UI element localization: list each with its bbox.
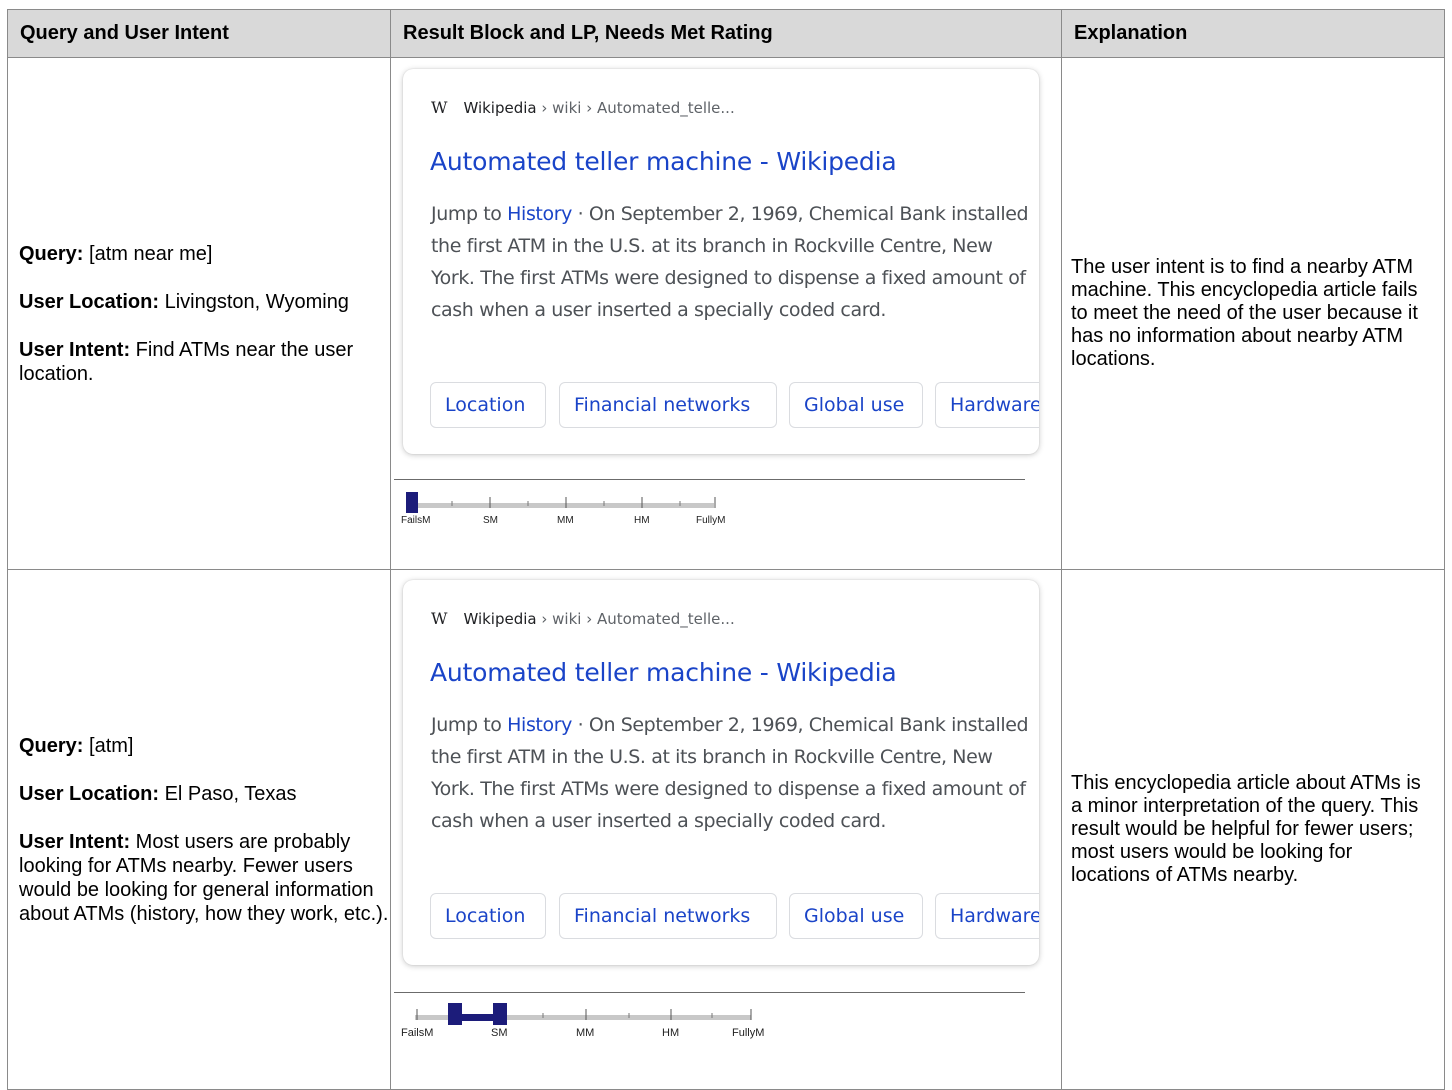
query-label: Query: bbox=[19, 734, 84, 757]
scale-label-mm: MM bbox=[576, 1027, 594, 1039]
chip-hardware[interactable]: Hardware bbox=[935, 382, 1039, 428]
needs-met-scale-1: FailsM SM MM HM FullyM bbox=[401, 492, 725, 526]
result-snippet: Jump to History · On September 2, 1969, … bbox=[431, 709, 1031, 837]
chip-financial-networks[interactable]: Financial networks bbox=[559, 893, 777, 939]
chip-global-use[interactable]: Global use bbox=[789, 893, 923, 939]
explanation-cell: The user intent is to find a nearby ATM … bbox=[1061, 57, 1445, 570]
chip-location[interactable]: Location bbox=[430, 893, 546, 939]
rating-marker bbox=[406, 492, 418, 513]
rating-examples-table: Query and User Intent Result Block and L… bbox=[7, 9, 1445, 1090]
result-title-link[interactable]: Automated teller machine - Wikipedia bbox=[430, 147, 897, 176]
explanation-cell: This encyclopedia article about ATMs is … bbox=[1061, 569, 1445, 1090]
scale-label-mm: MM bbox=[557, 515, 574, 526]
intent-line: User Intent: Most users are probably loo… bbox=[19, 830, 390, 926]
result-breadcrumb[interactable]: W Wikipedia › wiki › Automated_telle... bbox=[431, 609, 735, 628]
result-source: Wikipedia bbox=[463, 99, 537, 117]
scale-label-failsm: FailsM bbox=[401, 1027, 433, 1039]
query-cell: Query: [atm near me] User Location: Livi… bbox=[7, 57, 391, 570]
scale-label-sm: SM bbox=[491, 1027, 508, 1039]
snippet-prefix: Jump to bbox=[431, 714, 508, 736]
rating-range-start-marker bbox=[448, 1003, 462, 1025]
scale-track bbox=[409, 503, 714, 508]
header-result: Result Block and LP, Needs Met Rating bbox=[390, 9, 1062, 58]
intent-line: User Intent: Find ATMs near the user loc… bbox=[19, 338, 390, 386]
wikipedia-logo-icon: W bbox=[431, 609, 448, 628]
rating-range-end-marker bbox=[493, 1003, 507, 1025]
intent-label: User Intent: bbox=[19, 830, 131, 853]
table-row: Query: [atm] User Location: El Paso, Tex… bbox=[7, 569, 1445, 1090]
table-header-row: Query and User Intent Result Block and L… bbox=[7, 9, 1445, 58]
result-path: › wiki › Automated_telle... bbox=[536, 99, 735, 117]
result-title-link[interactable]: Automated teller machine - Wikipedia bbox=[430, 658, 897, 687]
query-label: Query: bbox=[19, 242, 84, 265]
query-cell: Query: [atm] User Location: El Paso, Tex… bbox=[7, 569, 391, 1090]
rating-separator bbox=[394, 479, 1025, 480]
snippet-prefix: Jump to bbox=[431, 203, 508, 225]
result-breadcrumb[interactable]: W Wikipedia › wiki › Automated_telle... bbox=[431, 98, 735, 117]
location-label: User Location: bbox=[19, 290, 160, 313]
snippet-history-link[interactable]: History bbox=[507, 203, 572, 225]
result-source: Wikipedia bbox=[463, 610, 537, 628]
result-cell: W Wikipedia › wiki › Automated_telle... A… bbox=[390, 57, 1062, 570]
query-line: Query: [atm near me] bbox=[19, 242, 390, 266]
chip-global-use[interactable]: Global use bbox=[789, 382, 923, 428]
scale-label-hm: HM bbox=[662, 1027, 679, 1039]
result-snippet: Jump to History · On September 2, 1969, … bbox=[431, 198, 1031, 326]
location-value: El Paso, Texas bbox=[159, 782, 297, 805]
chip-hardware[interactable]: Hardware bbox=[935, 893, 1039, 939]
needs-met-scale-2: FailsM SM MM HM FullyM bbox=[401, 1003, 764, 1039]
header-explanation: Explanation bbox=[1061, 9, 1445, 58]
query-value: [atm near me] bbox=[83, 242, 213, 265]
intent-label: User Intent: bbox=[19, 338, 131, 361]
location-label: User Location: bbox=[19, 782, 160, 805]
rating-separator bbox=[394, 992, 1025, 993]
query-value: [atm] bbox=[83, 734, 134, 757]
scale-label-hm: HM bbox=[634, 515, 650, 526]
chip-location[interactable]: Location bbox=[430, 382, 546, 428]
chip-financial-networks[interactable]: Financial networks bbox=[559, 382, 777, 428]
location-value: Livingston, Wyoming bbox=[159, 290, 349, 313]
location-line: User Location: Livingston, Wyoming bbox=[19, 290, 390, 314]
search-result-card: W Wikipedia › wiki › Automated_telle... A… bbox=[403, 69, 1039, 454]
scale-label-fullym: FullyM bbox=[732, 1027, 764, 1039]
scale-label-fullym: FullyM bbox=[696, 515, 725, 526]
snippet-history-link[interactable]: History bbox=[507, 714, 572, 736]
search-result-card: W Wikipedia › wiki › Automated_telle... A… bbox=[403, 580, 1039, 965]
query-line: Query: [atm] bbox=[19, 734, 390, 758]
table-row: Query: [atm near me] User Location: Livi… bbox=[7, 57, 1445, 570]
wikipedia-logo-icon: W bbox=[431, 98, 448, 117]
header-query: Query and User Intent bbox=[7, 9, 391, 58]
scale-label-failsm: FailsM bbox=[401, 515, 430, 526]
result-cell: W Wikipedia › wiki › Automated_telle... A… bbox=[390, 569, 1062, 1090]
result-path: › wiki › Automated_telle... bbox=[536, 610, 735, 628]
scale-label-sm: SM bbox=[483, 515, 498, 526]
location-line: User Location: El Paso, Texas bbox=[19, 782, 390, 806]
